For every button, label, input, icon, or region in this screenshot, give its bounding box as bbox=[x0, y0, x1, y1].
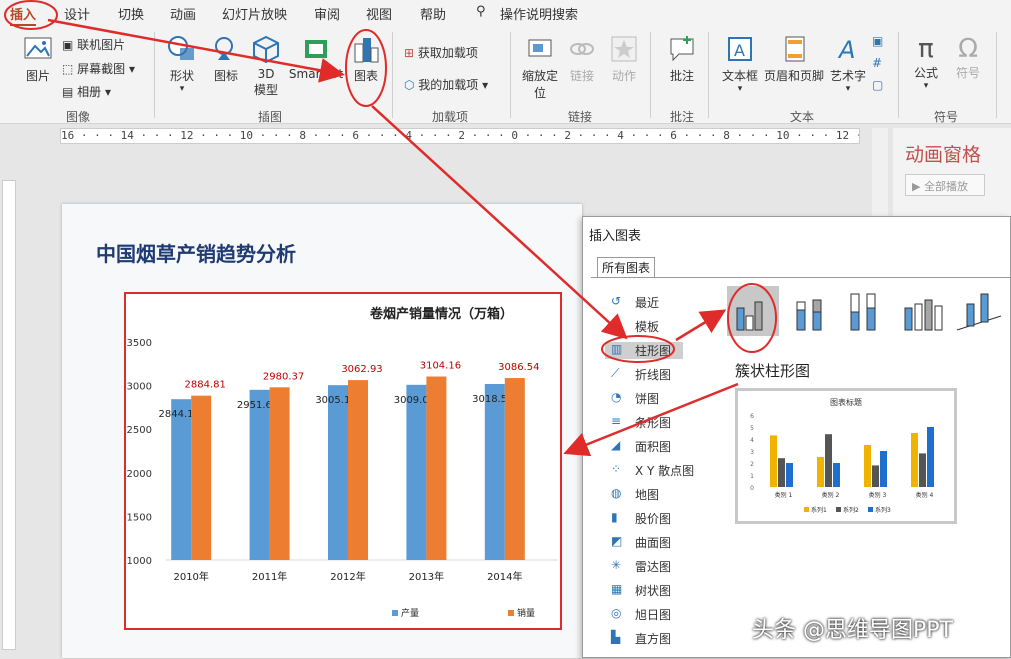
highlight-ring-insert-tab bbox=[4, 0, 58, 30]
annotation-overlay bbox=[4, 0, 777, 457]
highlight-ring-column-category bbox=[601, 335, 675, 363]
arrow-subtype-to-chart bbox=[563, 382, 739, 457]
arrow-insert-to-chart bbox=[47, 18, 345, 83]
highlight-ring-chart-button bbox=[345, 29, 387, 107]
highlight-ring-clustered-column bbox=[727, 283, 777, 353]
watermark-text: 头条 @思维导图PPT bbox=[752, 618, 953, 643]
arrow-category-to-subtype bbox=[675, 309, 727, 342]
arrow-chart-to-dialog bbox=[371, 105, 628, 340]
